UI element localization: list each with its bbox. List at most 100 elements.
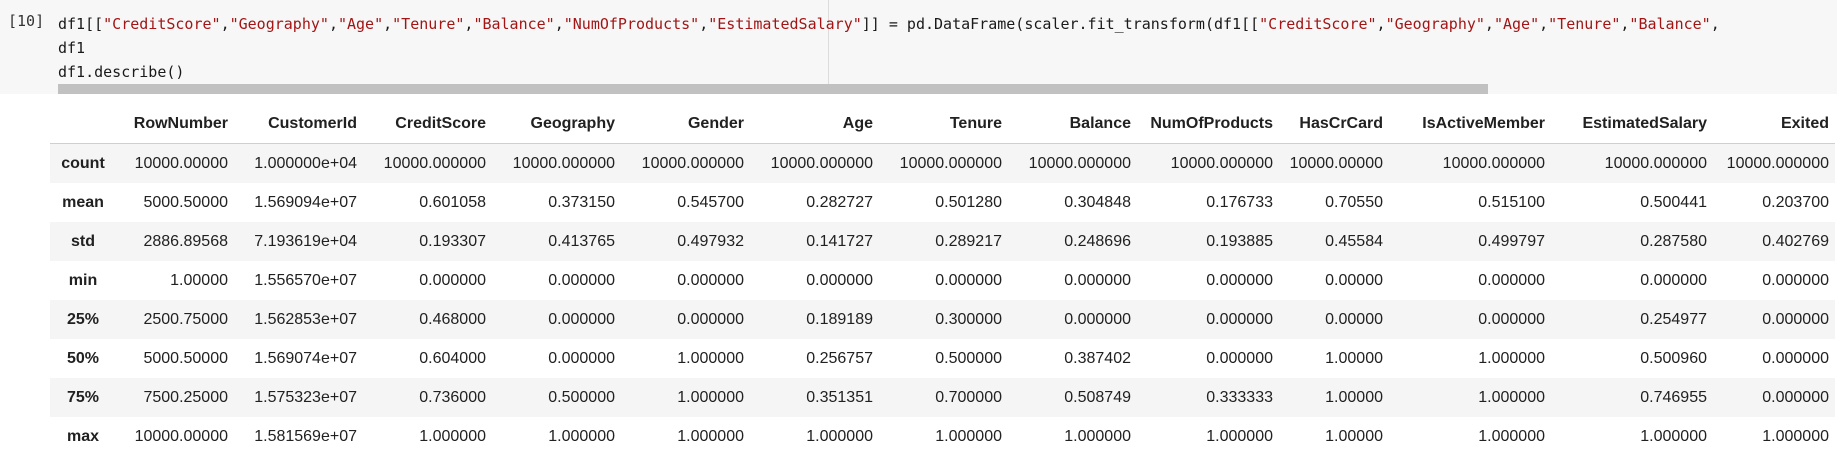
table-cell: 0.304848: [1064, 193, 1131, 211]
table-cell: 10000.000000: [899, 154, 1002, 172]
table-cell: 10000.000000: [770, 154, 873, 172]
column-header: Gender: [621, 104, 750, 144]
table-cell: 0.000000: [1762, 349, 1829, 367]
table-cell: 0.000000: [1206, 310, 1273, 328]
table-cell: 1.000000: [548, 427, 615, 445]
table-cell: 0.282727: [806, 193, 873, 211]
code-string: "Age": [1493, 15, 1540, 33]
table-row: 75% 7500.25000 1.575323e+07 0.736000 0.50000…: [50, 378, 1835, 417]
column-header: CreditScore: [363, 104, 492, 144]
table-cell: 10000.00000: [1289, 154, 1383, 172]
code-string: "EstimatedSalary": [708, 15, 862, 33]
code-string: "Balance": [473, 15, 555, 33]
column-header: Geography: [492, 104, 621, 144]
table-cell: 0.248696: [1064, 232, 1131, 250]
table-cell: 1.000000: [806, 427, 873, 445]
column-header: Age: [750, 104, 879, 144]
table-cell: 10000.000000: [512, 154, 615, 172]
table-cell: 0.189189: [806, 310, 873, 328]
table-cell: 0.604000: [419, 349, 486, 367]
code-text: ]] = pd.DataFrame(scaler.fit_transform(d…: [861, 15, 1260, 33]
code-text: ,: [699, 15, 709, 33]
column-header: IsActiveMember: [1389, 104, 1551, 144]
table-row: min 1.00000 1.556570e+07 0.000000 0.000000 0.…: [50, 261, 1835, 300]
code-line: df1[["CreditScore","Geography","Age","Te…: [58, 12, 1720, 36]
table-cell: 1.00000: [1325, 427, 1383, 445]
index-header: [50, 104, 116, 144]
table-cell: 0.000000: [1762, 310, 1829, 328]
code-text: ,: [554, 15, 564, 33]
table-cell: 1.556570e+07: [254, 271, 357, 289]
table-cell: 1.000000: [1640, 427, 1707, 445]
code-string: "Age": [337, 15, 384, 33]
table-cell: 0.000000: [548, 349, 615, 367]
table-cell: 1.000000: [677, 388, 744, 406]
table-cell: 0.351351: [806, 388, 873, 406]
table-cell: 10000.000000: [641, 154, 744, 172]
table-cell: 1.581569e+07: [254, 427, 357, 445]
table-cell: 0.176733: [1206, 193, 1273, 211]
table-cell: 0.500000: [935, 349, 1002, 367]
table-cell: 2500.75000: [143, 310, 228, 328]
table-cell: 1.000000: [1762, 427, 1829, 445]
table-cell: 0.501280: [935, 193, 1002, 211]
table-cell: 0.000000: [1206, 271, 1273, 289]
table-cell: 1.00000: [1325, 349, 1383, 367]
table-cell: 1.569094e+07: [254, 193, 357, 211]
table-cell: 0.601058: [419, 193, 486, 211]
code-editor[interactable]: df1[["CreditScore","Geography","Age","Te…: [58, 12, 1720, 84]
table-row: std 2886.89568 7.193619e+04 0.193307 0.41376…: [50, 222, 1835, 261]
code-cell[interactable]: [10] df1[["CreditScore","Geography","Age…: [0, 0, 1837, 94]
code-text: df1: [58, 39, 86, 57]
table-cell: 1.000000: [1478, 388, 1545, 406]
table-cell: 0.000000: [548, 310, 615, 328]
table-cell: 1.000000: [1478, 427, 1545, 445]
table-cell: 0.500441: [1640, 193, 1707, 211]
code-string: "Tenure": [1548, 15, 1621, 33]
table-cell: 0.193885: [1206, 232, 1273, 250]
code-text: ,: [383, 15, 393, 33]
column-header: NumOfProducts: [1137, 104, 1279, 144]
row-label: 25%: [66, 310, 100, 328]
code-text: ,: [1539, 15, 1549, 33]
horizontal-scrollbar[interactable]: [58, 84, 1488, 94]
table-cell: 0.700000: [935, 388, 1002, 406]
table-cell: 10000.000000: [1726, 154, 1829, 172]
table-cell: 0.499797: [1478, 232, 1545, 250]
table-cell: 0.45584: [1325, 232, 1383, 250]
table-cell: 7.193619e+04: [254, 232, 357, 250]
table-cell: 0.333333: [1206, 388, 1273, 406]
column-header: RowNumber: [116, 104, 234, 144]
table-row: 25% 2500.75000 1.562853e+07 0.468000 0.00000…: [50, 300, 1835, 339]
table-cell: 5000.50000: [143, 193, 228, 211]
table-cell: 0.746955: [1640, 388, 1707, 406]
code-line: df1: [58, 36, 1720, 60]
code-string: "Tenure": [392, 15, 465, 33]
table-cell: 0.141727: [806, 232, 873, 250]
table-row: 50% 5000.50000 1.569074e+07 0.604000 0.00000…: [50, 339, 1835, 378]
describe-table: RowNumber CustomerId CreditScore Geography G…: [50, 104, 1835, 456]
table-cell: 0.402769: [1762, 232, 1829, 250]
code-string: "Balance": [1629, 15, 1711, 33]
table-cell: 1.562853e+07: [254, 310, 357, 328]
table-cell: 1.575323e+07: [254, 388, 357, 406]
row-label: 50%: [66, 349, 100, 367]
table-row: count 10000.00000 1.000000e+04 10000.000000…: [50, 143, 1835, 183]
code-string: "CreditScore": [1259, 15, 1377, 33]
code-text: ,: [1376, 15, 1386, 33]
table-cell: 0.000000: [1206, 349, 1273, 367]
table-cell: 0.000000: [1478, 271, 1545, 289]
table-cell: 10000.00000: [134, 427, 228, 445]
column-header: Tenure: [879, 104, 1008, 144]
table-cell: 2886.89568: [143, 232, 228, 250]
table-cell: 1.000000: [677, 427, 744, 445]
table-cell: 0.300000: [935, 310, 1002, 328]
table-cell: 10000.000000: [1028, 154, 1131, 172]
table-body: count 10000.00000 1.000000e+04 10000.000000…: [50, 143, 1835, 456]
table-cell: 10000.000000: [383, 154, 486, 172]
table-cell: 10000.000000: [1604, 154, 1707, 172]
code-text: ,: [1710, 15, 1720, 33]
table-cell: 0.000000: [1064, 310, 1131, 328]
row-label: std: [71, 232, 95, 250]
table-cell: 1.000000: [677, 349, 744, 367]
